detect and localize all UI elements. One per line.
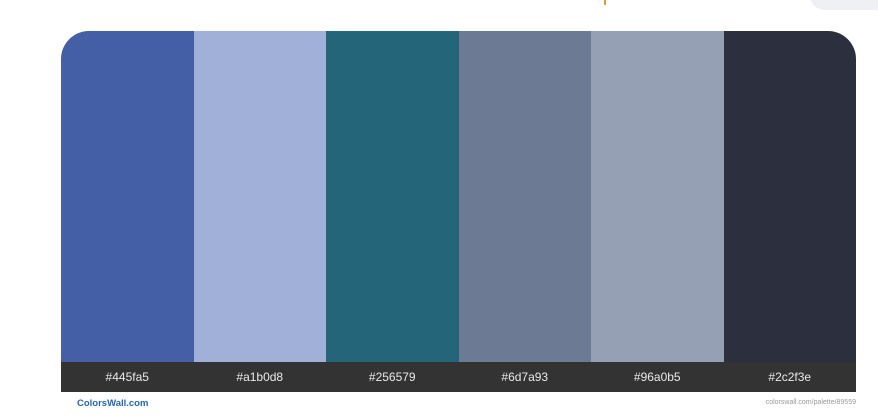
swatch-hex-label: #256579 xyxy=(326,362,459,392)
palette-url[interactable]: colorswall.com/palette/89559 xyxy=(766,399,856,406)
color-swatch-6[interactable]: #2c2f3e xyxy=(723,31,856,392)
swatch-hex-label: #445fa5 xyxy=(61,362,194,392)
top-caret-mark xyxy=(604,0,606,5)
swatch-hex-label: #6d7a93 xyxy=(458,362,591,392)
swatch-hex-label: #96a0b5 xyxy=(591,362,724,392)
color-swatch-4[interactable]: #6d7a93 xyxy=(458,31,591,392)
color-swatch-2[interactable]: #a1b0d8 xyxy=(193,31,326,392)
brand-link[interactable]: ColorsWall.com xyxy=(77,398,148,409)
palette-footer: ColorsWall.com colorswall.com/palette/89… xyxy=(61,392,856,416)
color-swatch-3[interactable]: #256579 xyxy=(326,31,459,392)
swatch-hex-label: #2c2f3e xyxy=(723,362,856,392)
color-palette: #445fa5 #a1b0d8 #256579 #6d7a93 #96a0b5 … xyxy=(61,31,856,392)
top-tab-corner xyxy=(810,0,878,10)
color-swatch-5[interactable]: #96a0b5 xyxy=(591,31,724,392)
swatch-hex-label: #a1b0d8 xyxy=(193,362,326,392)
color-swatch-1[interactable]: #445fa5 xyxy=(61,31,194,392)
